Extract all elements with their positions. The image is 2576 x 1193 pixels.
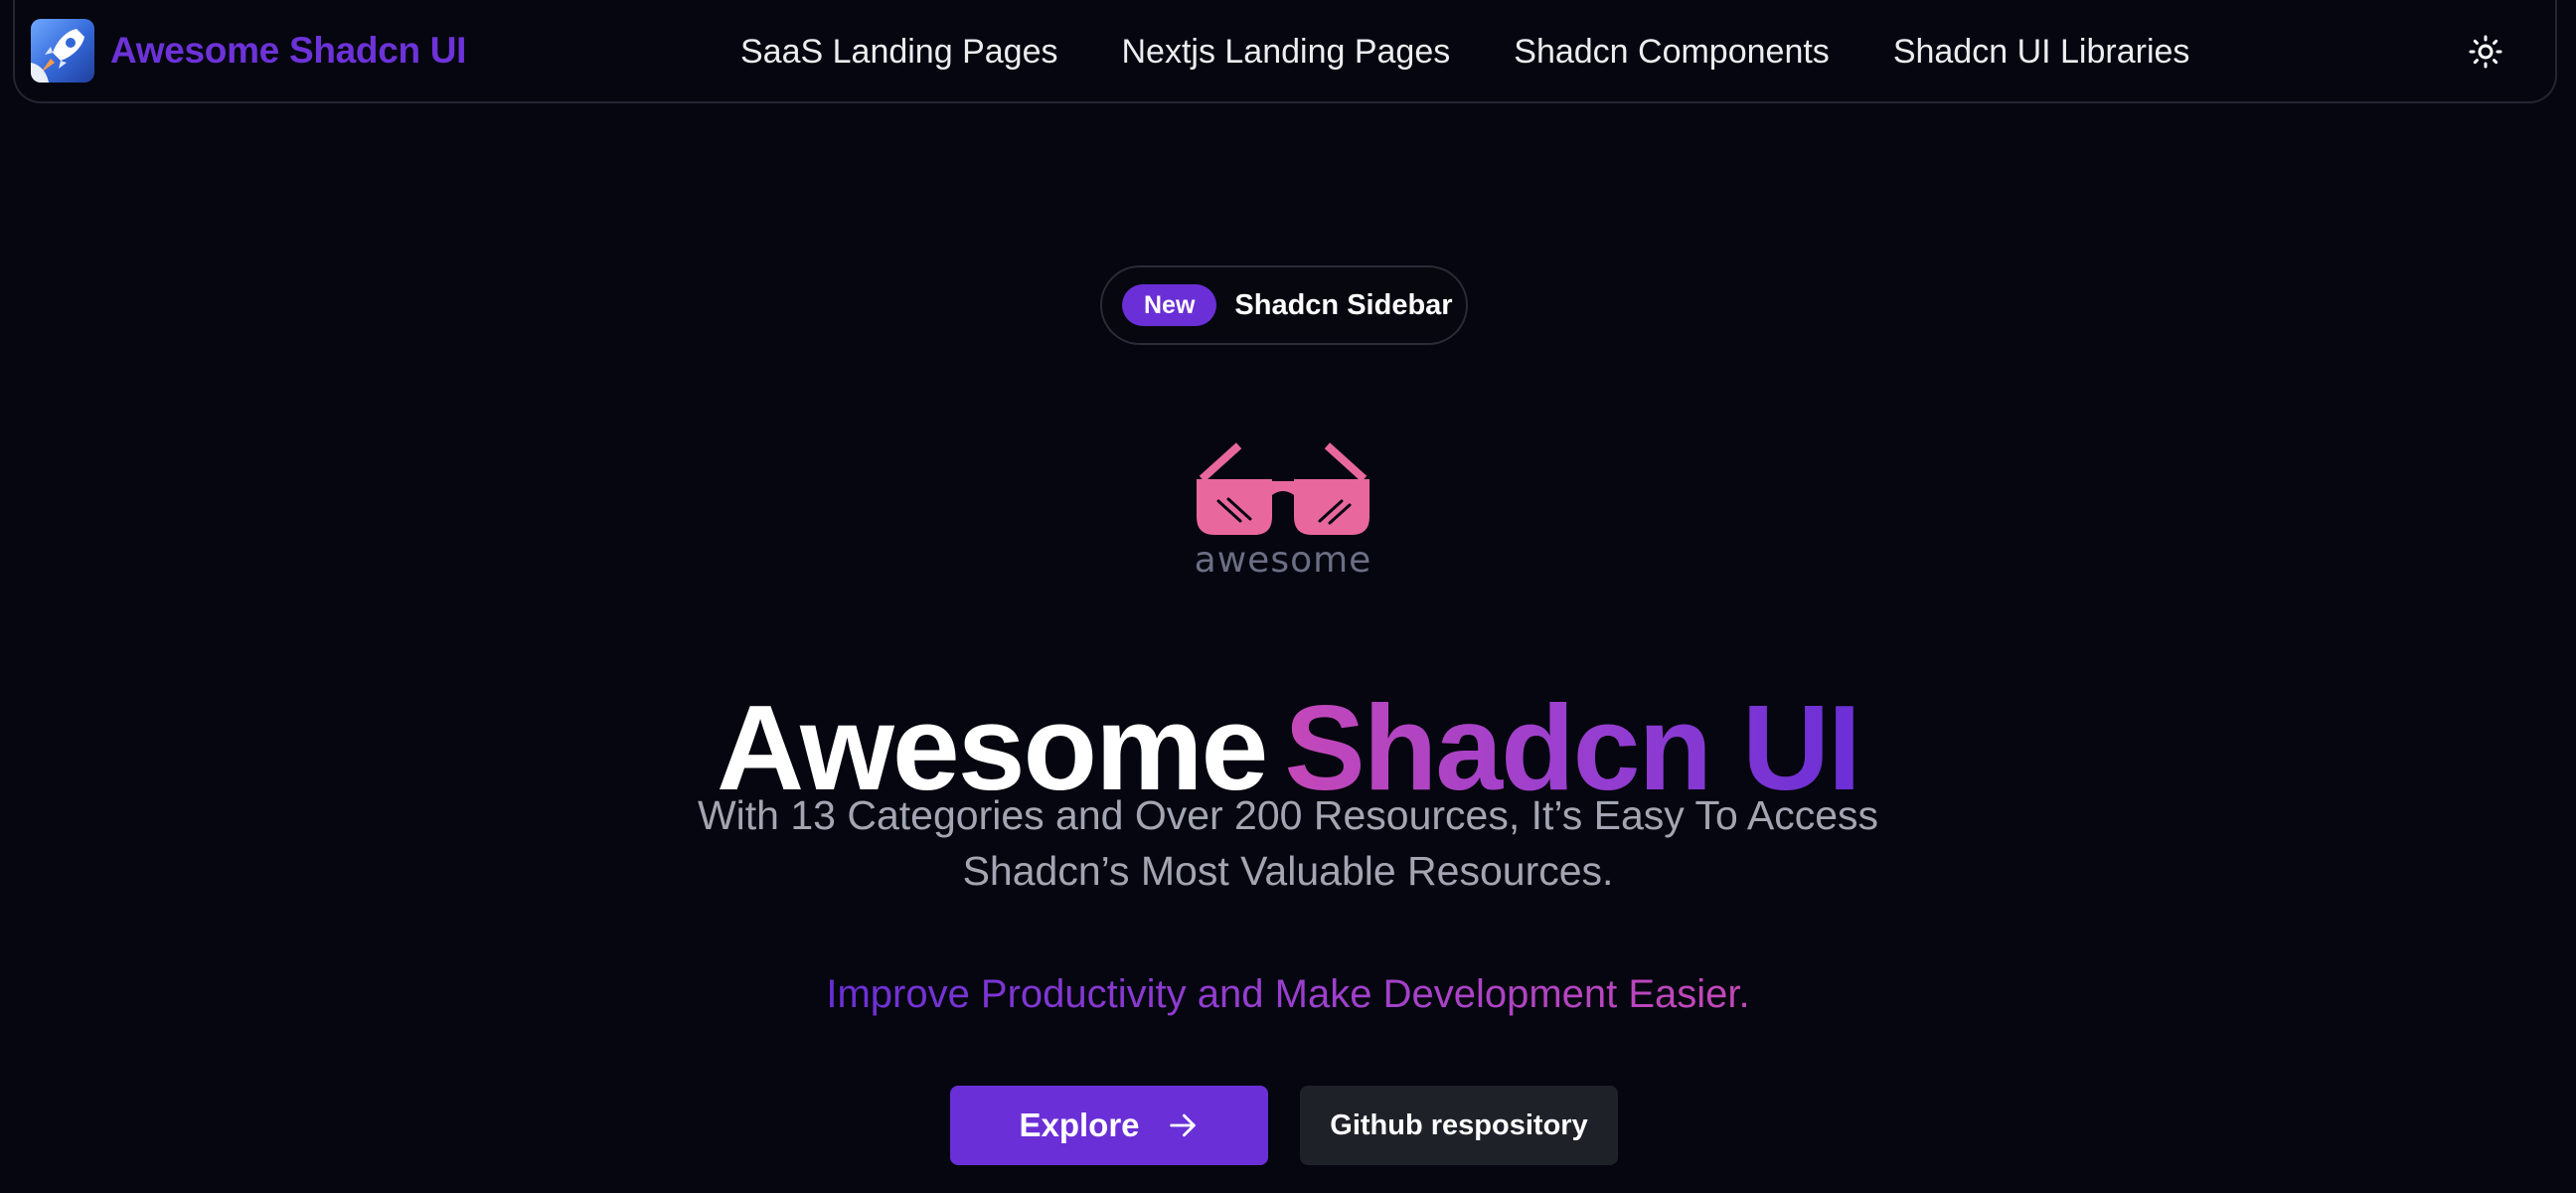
new-badge: New [1122, 284, 1217, 326]
site-header: Awesome Shadcn UI SaaS Landing Pages Nex… [13, 0, 2557, 103]
nav-link-saas-landing-pages[interactable]: SaaS Landing Pages [740, 33, 1057, 72]
explore-button-label: Explore [1019, 1107, 1140, 1143]
hero-subtitle: With 13 Categories and Over 200 Resource… [0, 787, 2576, 899]
hero-subtitle-line2: Shadcn’s Most Valuable Resources. [962, 848, 1614, 894]
brand-link[interactable]: Awesome Shadcn UI [31, 18, 466, 84]
github-repository-button[interactable]: Github respository [1300, 1086, 1618, 1165]
theme-toggle-button[interactable] [2462, 28, 2509, 76]
hero-tagline: Improve Productivity and Make Developmen… [0, 964, 2576, 1024]
arrow-right-icon [1169, 1113, 1196, 1137]
explore-button[interactable]: Explore [950, 1086, 1268, 1165]
rocket-icon [31, 19, 94, 83]
hero-tagline-text: Improve Productivity and Make Developmen… [826, 972, 1750, 1016]
nav-link-shadcn-components[interactable]: Shadcn Components [1514, 33, 1830, 72]
sun-icon [2469, 35, 2502, 69]
brand-name: Awesome Shadcn UI [110, 30, 467, 71]
announcement-pill[interactable]: New Shadcn Sidebar [1100, 265, 1468, 345]
logo-wordmark: awesome [1195, 540, 1372, 577]
awesome-sunglasses-logo: awesome [1195, 442, 1372, 577]
hero-subtitle-line1: With 13 Categories and Over 200 Resource… [697, 792, 1879, 838]
main-nav: SaaS Landing Pages Nextjs Landing Pages … [740, 0, 2189, 103]
cta-row: Explore Github respository [950, 1086, 1618, 1165]
nav-link-nextjs-landing-pages[interactable]: Nextjs Landing Pages [1121, 33, 1450, 72]
nav-link-shadcn-ui-libraries[interactable]: Shadcn UI Libraries [1893, 33, 2190, 72]
announcement-text: Shadcn Sidebar [1234, 288, 1453, 321]
